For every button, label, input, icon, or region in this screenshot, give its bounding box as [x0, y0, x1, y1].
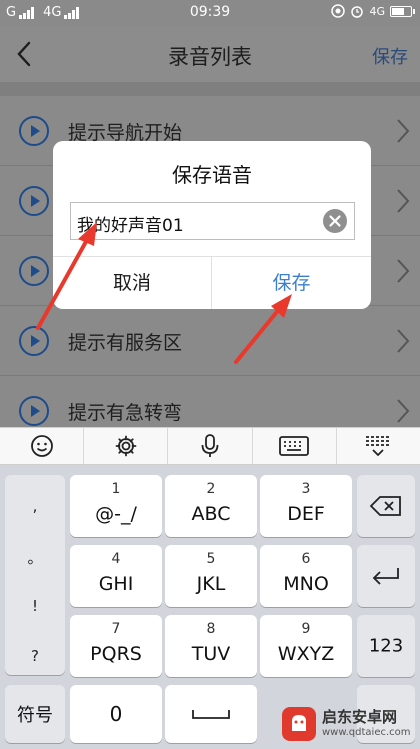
keyboard-icon — [279, 436, 310, 456]
gear-icon — [115, 435, 137, 457]
punct-exclaim[interactable]: ! — [5, 597, 65, 615]
space-key[interactable] — [165, 685, 257, 743]
play-icon[interactable] — [18, 255, 50, 287]
key-0[interactable]: 0 — [70, 685, 162, 743]
key-1[interactable]: 1 @-_/ — [70, 475, 162, 537]
dialog-title: 保存语音 — [172, 163, 252, 187]
chevron-right-icon — [397, 259, 410, 283]
key-4[interactable]: 4 GHI — [70, 545, 162, 607]
key-number: 7 — [111, 621, 121, 637]
key-letters: @-_/ — [95, 503, 137, 525]
key-8[interactable]: 8 TUV — [165, 615, 257, 677]
network-right-label: 4G — [369, 4, 385, 18]
key-3[interactable]: 3 DEF — [260, 475, 352, 537]
key-letters: PQRS — [90, 643, 142, 665]
zero-label: 0 — [109, 702, 123, 726]
save-button[interactable]: 保存 — [212, 257, 371, 309]
settings-tool[interactable] — [84, 428, 169, 464]
key-number: 8 — [206, 621, 216, 637]
space-icon — [192, 710, 230, 719]
num-mode-key[interactable]: 123 — [357, 615, 415, 677]
hide-keyboard-icon — [366, 436, 391, 457]
key-letters: ABC — [191, 503, 231, 525]
clear-icon[interactable] — [322, 208, 348, 234]
chevron-right-icon — [397, 329, 410, 353]
punct-question[interactable]: ? — [5, 647, 65, 665]
key-6[interactable]: 6 MNO — [260, 545, 352, 607]
punct-comma[interactable]: , — [5, 497, 65, 515]
backspace-icon — [370, 496, 401, 516]
keyboard-toolbar — [0, 427, 420, 465]
key-9[interactable]: 9 WXYZ — [260, 615, 352, 677]
cancel-button[interactable]: 取消 — [53, 257, 211, 309]
key-5[interactable]: 5 JKL — [165, 545, 257, 607]
key-letters: JKL — [196, 573, 226, 595]
key-number: 6 — [301, 551, 311, 567]
enter-key[interactable] — [357, 545, 415, 607]
key-number: 2 — [206, 481, 216, 497]
punct-period[interactable]: 。 — [5, 547, 65, 568]
page-title: 录音列表 — [168, 45, 252, 69]
chevron-right-icon — [397, 189, 410, 213]
enter-icon — [372, 568, 399, 585]
voice-name-value: 我的好声音01 — [77, 216, 184, 236]
status-right: 4G — [331, 4, 415, 18]
watermark-url: www.qdtaiec.com — [322, 727, 411, 738]
chevron-right-icon — [397, 119, 410, 143]
punctuation-column[interactable]: , 。 ! ? — [5, 475, 65, 675]
key-letters: MNO — [283, 573, 329, 595]
watermark: 启东安卓网 www.qdtaiec.com — [278, 703, 418, 747]
voice-name-input[interactable]: 我的好声音01 — [70, 202, 355, 240]
save-voice-dialog: 保存语音 我的好声音01 取消 保存 — [53, 141, 371, 309]
list-item-label: 提示有服务区 — [68, 332, 183, 354]
list-item-label: 提示有急转弯 — [68, 402, 183, 424]
play-icon[interactable] — [18, 115, 50, 147]
symbol-key[interactable]: 符号 — [5, 685, 65, 743]
key-letters: WXYZ — [277, 643, 335, 665]
list-top-gap — [0, 82, 420, 96]
key-7[interactable]: 7 PQRS — [70, 615, 162, 677]
num-mode-label: 123 — [368, 635, 404, 657]
voice-tool[interactable] — [168, 428, 253, 464]
key-number: 1 — [111, 481, 121, 497]
key-number: 3 — [301, 481, 311, 497]
keyboard-switch-tool[interactable] — [253, 428, 337, 464]
list-item[interactable]: 提示有服务区 — [0, 306, 420, 376]
nav-save-button[interactable]: 保存 — [372, 43, 408, 69]
alarm-icon — [351, 6, 364, 18]
key-letters: GHI — [98, 573, 134, 595]
hide-keyboard-tool[interactable] — [337, 428, 420, 464]
emoji-tool[interactable] — [0, 428, 85, 464]
key-number: 4 — [111, 551, 121, 567]
microphone-icon — [201, 434, 219, 457]
key-number: 5 — [206, 551, 216, 567]
watermark-title: 启东安卓网 — [322, 708, 398, 726]
key-number: 9 — [301, 621, 311, 637]
symbol-label: 符号 — [17, 705, 53, 726]
key-letters: TUV — [191, 643, 231, 665]
play-icon[interactable] — [18, 185, 50, 217]
eye-protect-icon — [331, 4, 346, 18]
play-icon[interactable] — [18, 395, 50, 427]
emoji-icon — [30, 435, 53, 457]
nav-bar: 录音列表 保存 — [0, 26, 420, 82]
battery-icon — [390, 5, 415, 17]
status-bar: G 4G 09:39 4G — [0, 0, 420, 26]
key-2[interactable]: 2 ABC — [165, 475, 257, 537]
key-letters: DEF — [287, 503, 325, 525]
chevron-right-icon — [397, 399, 410, 423]
backspace-key[interactable] — [357, 475, 415, 537]
play-icon[interactable] — [18, 325, 50, 357]
watermark-logo-icon — [282, 707, 316, 741]
